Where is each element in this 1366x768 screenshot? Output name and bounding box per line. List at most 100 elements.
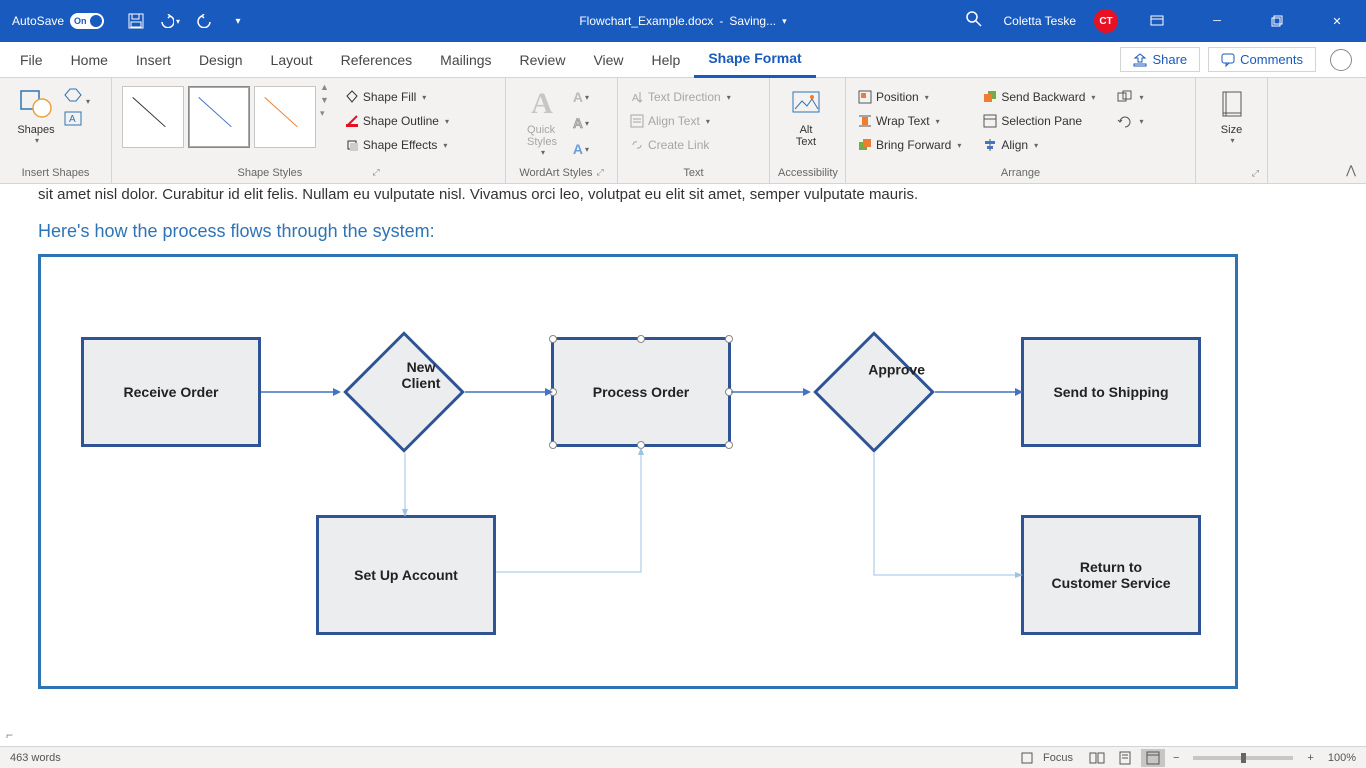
word-count[interactable]: 463 words — [0, 752, 71, 764]
web-layout-icon[interactable] — [1141, 749, 1165, 767]
arrow-1[interactable] — [261, 387, 341, 397]
tab-view[interactable]: View — [579, 42, 637, 78]
document-title: Flowchart_Example.docx - Saving... ▾ — [579, 14, 786, 28]
wrap-text-button[interactable]: Wrap Text▾ — [854, 110, 965, 132]
arrow-4[interactable] — [935, 387, 1023, 397]
align-button[interactable]: Align▾ — [979, 134, 1099, 156]
alt-text-l1: Alt — [800, 124, 813, 136]
connector-newclient-down[interactable] — [402, 453, 408, 517]
shape-send-shipping[interactable]: Send to Shipping — [1021, 337, 1201, 447]
redo-icon[interactable] — [194, 11, 214, 31]
shape-receive-order[interactable]: Receive Order — [81, 337, 261, 447]
shape-process-order[interactable]: Process Order — [551, 337, 731, 447]
connector-setup-process[interactable] — [496, 447, 646, 577]
user-avatar[interactable]: CT — [1094, 9, 1118, 33]
shape-styles-launcher-icon[interactable]: ⤢ — [372, 167, 379, 179]
text-direction-label: Text Direction — [648, 90, 721, 104]
group-objects-button[interactable]: ▾ — [1113, 86, 1147, 108]
tab-shape-format[interactable]: Shape Format — [694, 42, 815, 78]
undo-icon[interactable]: ▾ — [160, 11, 180, 31]
qat-more-icon[interactable]: ▾ — [228, 11, 248, 31]
quick-styles-button[interactable]: A QuickStyles▾ — [514, 82, 570, 157]
share-button[interactable]: Share — [1120, 47, 1200, 72]
style-thumb-3[interactable] — [254, 86, 316, 148]
print-layout-icon[interactable] — [1113, 749, 1137, 767]
style-gallery-up-icon[interactable]: ▲ — [320, 82, 329, 92]
tab-review[interactable]: Review — [506, 42, 580, 78]
text-fill-icon[interactable]: A▾ — [570, 86, 592, 108]
shape-approve-label: Approve — [857, 361, 937, 377]
group-wordart-label: WordArt Styles — [519, 167, 592, 179]
text-outline-icon[interactable]: A▾ — [570, 112, 592, 134]
wordart-launcher-icon[interactable]: ⤢ — [596, 167, 603, 179]
size-launcher-icon[interactable]: ⤢ — [1252, 168, 1259, 179]
tab-help[interactable]: Help — [638, 42, 695, 78]
tab-home[interactable]: Home — [57, 42, 122, 78]
size-button[interactable]: Size▾ — [1204, 82, 1259, 145]
shape-effects-label: Shape Effects — [363, 138, 438, 152]
autosave-toggle[interactable]: On — [70, 13, 104, 29]
quick-styles-icon: A — [524, 86, 560, 122]
shape-approve[interactable]: Approve — [813, 331, 935, 453]
maximize-button[interactable] — [1256, 0, 1298, 42]
comments-label: Comments — [1240, 52, 1303, 67]
text-direction-button[interactable]: AText Direction▾ — [626, 86, 735, 108]
zoom-level[interactable]: 100% — [1328, 752, 1356, 764]
create-link-button[interactable]: Create Link — [626, 134, 713, 156]
shape-outline-button[interactable]: Shape Outline▾ — [341, 110, 453, 132]
size-icon — [1214, 86, 1250, 122]
zoom-out-button[interactable]: − — [1169, 752, 1183, 764]
shape-fill-button[interactable]: Shape Fill▾ — [341, 86, 453, 108]
align-text-button[interactable]: Align Text▾ — [626, 110, 714, 132]
zoom-slider[interactable] — [1193, 756, 1293, 760]
tab-insert[interactable]: Insert — [122, 42, 185, 78]
text-effects-icon[interactable]: A▾ — [570, 138, 592, 160]
group-shape-styles-label: Shape Styles — [237, 167, 302, 179]
style-gallery-more-icon[interactable]: ▾ — [320, 108, 329, 119]
shape-effects-button[interactable]: Shape Effects▾ — [341, 134, 453, 156]
send-backward-label: Send Backward — [1001, 90, 1085, 104]
tab-design[interactable]: Design — [185, 42, 257, 78]
tab-file[interactable]: File — [6, 42, 57, 78]
shape-process-order-label: Process Order — [593, 384, 690, 400]
shape-setup-account[interactable]: Set Up Account — [316, 515, 496, 635]
ribbon-display-icon[interactable] — [1136, 0, 1178, 42]
zoom-in-button[interactable]: + — [1303, 752, 1317, 764]
search-icon[interactable] — [966, 11, 986, 31]
style-thumb-2[interactable] — [188, 86, 250, 148]
close-button[interactable]: ✕ — [1316, 0, 1358, 42]
read-mode-icon[interactable] — [1085, 749, 1109, 767]
shape-setup-account-label: Set Up Account — [354, 567, 458, 583]
rotate-button[interactable]: ▾ — [1113, 110, 1147, 132]
selection-pane-button[interactable]: Selection Pane — [979, 110, 1099, 132]
shape-new-client[interactable]: NewClient — [343, 331, 465, 453]
position-button[interactable]: Position▾ — [854, 86, 965, 108]
save-icon[interactable] — [126, 11, 146, 31]
bring-forward-button[interactable]: Bring Forward▾ — [854, 134, 965, 156]
shapes-button[interactable]: Shapes ▾ — [8, 82, 64, 145]
feedback-icon[interactable] — [1330, 49, 1352, 71]
text-box-icon[interactable]: A — [64, 111, 90, 132]
tab-mailings[interactable]: Mailings — [426, 42, 505, 78]
connector-approve-return[interactable] — [871, 453, 1023, 581]
zoom-slider-thumb[interactable] — [1241, 753, 1246, 763]
tab-layout[interactable]: Layout — [257, 42, 327, 78]
minimize-button[interactable]: ─ — [1196, 0, 1238, 42]
arrow-3[interactable] — [731, 387, 811, 397]
arrow-2[interactable] — [465, 387, 553, 397]
wrap-text-label: Wrap Text — [876, 114, 930, 128]
alt-text-button[interactable]: Alt Text — [778, 82, 834, 148]
focus-mode-button[interactable] — [1015, 749, 1039, 767]
style-gallery-down-icon[interactable]: ▼ — [320, 95, 329, 105]
tab-references[interactable]: References — [327, 42, 427, 78]
shape-return-cs[interactable]: Return toCustomer Service — [1021, 515, 1201, 635]
style-thumb-1[interactable] — [122, 86, 184, 148]
edit-shape-icon[interactable]: ▾ — [64, 86, 90, 109]
comments-button[interactable]: Comments — [1208, 47, 1316, 72]
shape-outline-label: Shape Outline — [363, 114, 439, 128]
drawing-canvas[interactable]: Receive Order NewClient Process Order Ap… — [38, 254, 1238, 689]
send-backward-button[interactable]: Send Backward▾ — [979, 86, 1099, 108]
svg-text:A: A — [69, 114, 76, 125]
shapes-icon — [18, 86, 54, 122]
collapse-ribbon-icon[interactable]: ⋀ — [1346, 163, 1356, 177]
